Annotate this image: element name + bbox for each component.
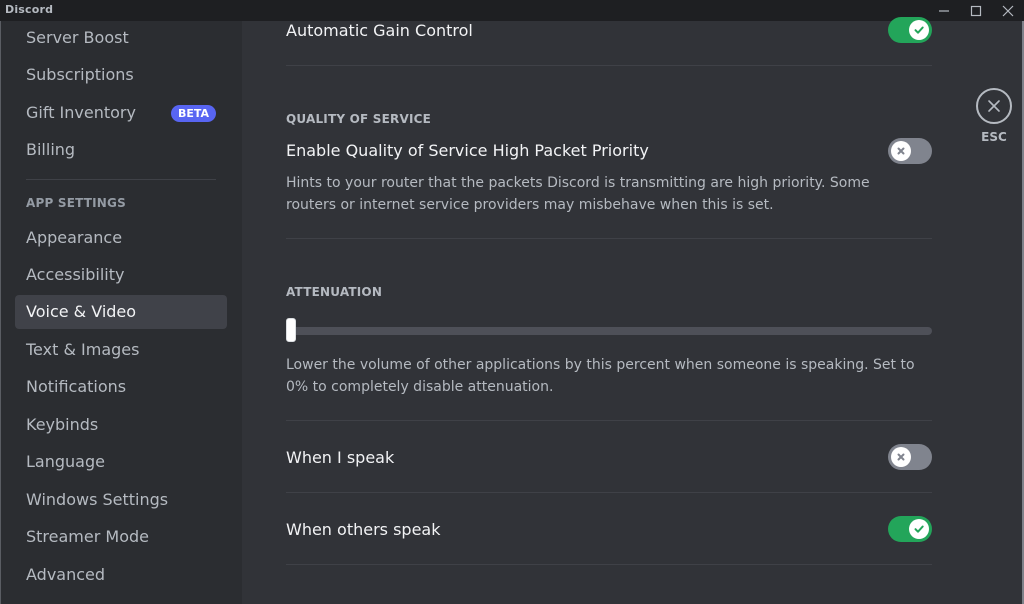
maximize-button[interactable] — [960, 0, 992, 21]
toggle-knob — [891, 447, 911, 467]
sidebar-item-label: Windows Settings — [26, 490, 169, 509]
sidebar-item-label: Keybinds — [26, 415, 99, 434]
sidebar-item-appearance[interactable]: Appearance — [15, 221, 227, 255]
sidebar-item-billing[interactable]: Billing — [15, 133, 227, 167]
when-i-speak-title: When I speak — [286, 448, 395, 467]
attenuation-header: ATTENUATION — [286, 285, 383, 299]
esc-button[interactable] — [976, 88, 1012, 124]
qos-header: QUALITY OF SERVICE — [286, 112, 432, 126]
sidebar-item-label: Appearance — [26, 228, 123, 247]
minimize-button[interactable] — [928, 0, 960, 21]
attenuation-slider-track[interactable] — [286, 327, 932, 335]
check-icon — [914, 26, 924, 34]
close-circle-icon — [988, 100, 1000, 112]
divider — [286, 65, 932, 66]
close-icon — [1002, 5, 1014, 16]
toggle-knob — [909, 519, 929, 539]
sidebar-item-keybinds[interactable]: Keybinds — [15, 408, 227, 442]
window-controls — [928, 0, 1024, 21]
sidebar-item-gift-inventory[interactable]: Gift Inventory BETA — [15, 96, 227, 130]
esc-label: ESC — [981, 130, 1007, 144]
title-bar: Discord — [0, 0, 1024, 21]
sidebar-item-windows-settings[interactable]: Windows Settings — [15, 483, 227, 517]
sidebar-item-language[interactable]: Language — [15, 445, 227, 479]
sidebar-item-label: Notifications — [26, 377, 127, 396]
agc-toggle[interactable] — [888, 17, 932, 43]
sidebar-divider — [26, 179, 216, 180]
app-title: Discord — [5, 3, 54, 16]
sidebar-item-text-images[interactable]: Text & Images — [15, 333, 227, 367]
divider — [286, 492, 932, 493]
esc-close[interactable]: ESC — [976, 88, 1014, 144]
sidebar-item-label: Gift Inventory — [26, 103, 136, 122]
maximize-icon — [970, 5, 982, 16]
sidebar-item-label: Accessibility — [26, 265, 125, 284]
sidebar-item-notifications[interactable]: Notifications — [15, 370, 227, 404]
sidebar-item-label: Billing — [26, 140, 76, 159]
qos-title: Enable Quality of Service High Packet Pr… — [286, 141, 649, 160]
attenuation-description: Lower the volume of other applications b… — [286, 357, 915, 395]
sidebar-item-accessibility[interactable]: Accessibility — [15, 258, 227, 292]
x-icon — [897, 147, 905, 155]
divider — [286, 420, 932, 421]
minimize-icon — [939, 9, 949, 12]
sidebar-item-server-boost[interactable]: Server Boost — [15, 21, 227, 55]
agc-title: Automatic Gain Control — [286, 21, 473, 40]
toggle-knob — [909, 20, 929, 40]
when-i-speak-toggle[interactable] — [888, 444, 932, 470]
when-others-speak-title: When others speak — [286, 520, 441, 539]
sidebar-item-label: Advanced — [26, 565, 106, 584]
when-others-speak-toggle[interactable] — [888, 516, 932, 542]
sidebar-item-label: Subscriptions — [26, 65, 134, 84]
divider — [286, 238, 932, 239]
qos-description: Hints to your router that the packets Di… — [286, 175, 870, 213]
settings-sidebar: Server Boost Subscriptions Gift Inventor… — [0, 21, 242, 604]
sidebar-item-label: Server Boost — [26, 28, 129, 47]
sidebar-item-subscriptions[interactable]: Subscriptions — [15, 58, 227, 92]
sidebar-item-streamer-mode[interactable]: Streamer Mode — [15, 520, 227, 554]
attenuation-slider-handle[interactable] — [286, 318, 296, 342]
sidebar-item-advanced[interactable]: Advanced — [15, 558, 227, 592]
beta-badge: BETA — [170, 105, 216, 122]
x-icon — [897, 453, 905, 461]
app-settings-header: APP SETTINGS — [26, 196, 126, 210]
toggle-knob — [891, 141, 911, 161]
close-window-button[interactable] — [992, 0, 1024, 21]
sidebar-item-label: Language — [26, 452, 105, 471]
divider — [286, 564, 932, 565]
sidebar-item-label: Voice & Video — [26, 302, 137, 321]
qos-toggle[interactable] — [888, 138, 932, 164]
sidebar-item-voice-video[interactable]: Voice & Video — [15, 295, 227, 329]
check-icon — [914, 525, 924, 533]
voice-video-settings: Automatic Gain Control QUALITY OF SERVIC… — [242, 17, 1024, 604]
sidebar-item-label: Text & Images — [26, 340, 140, 359]
sidebar-item-label: Streamer Mode — [26, 527, 149, 546]
